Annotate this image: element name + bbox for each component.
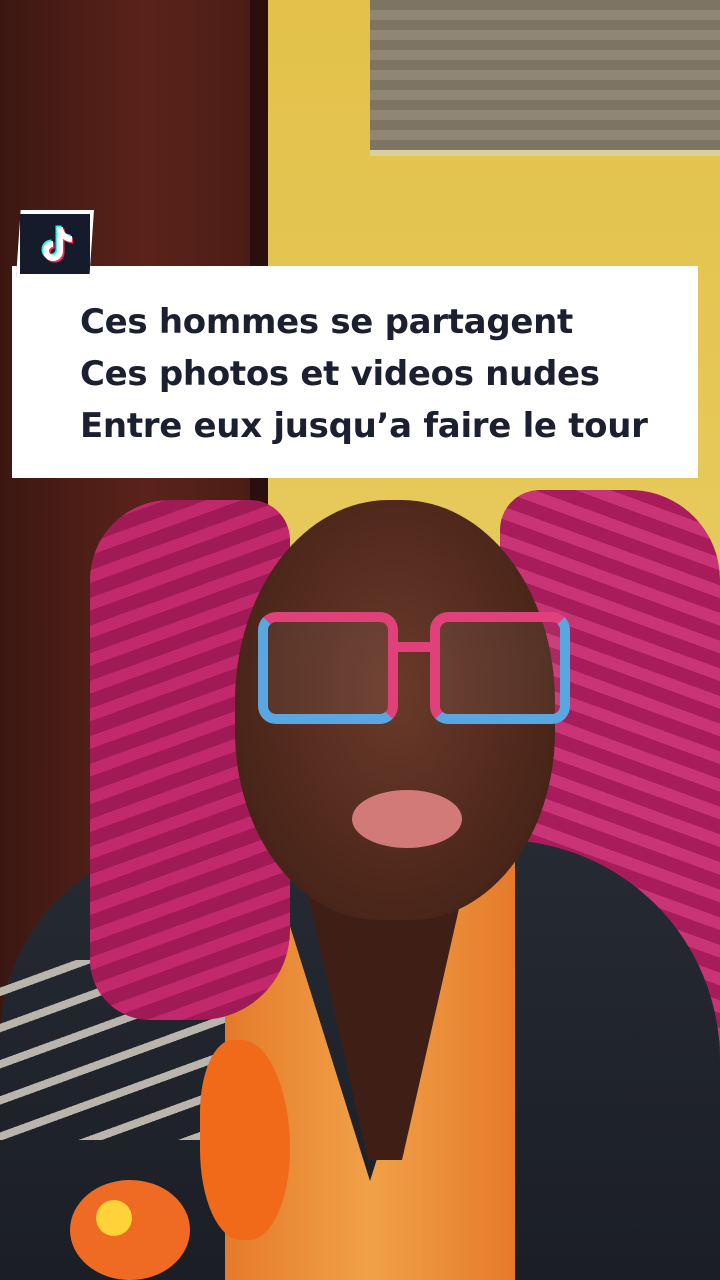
glasses-bridge <box>396 642 432 652</box>
tiktok-logo-badge <box>16 210 94 278</box>
caption-line-2: Ces photos et videos nudes <box>80 354 600 394</box>
caption-line-3: Entre eux jusqu’a faire le tour <box>80 406 648 446</box>
video-frame <box>0 0 720 1280</box>
glasses-lens-left <box>258 612 398 724</box>
glasses <box>258 612 570 732</box>
shirt-pattern <box>70 1180 190 1280</box>
corrugated-roof <box>370 0 720 156</box>
caption-box: Ces hommes se partagent Ces photos et vi… <box>12 266 698 478</box>
tiktok-note-icon <box>41 225 73 263</box>
caption-line-1: Ces hommes se partagent <box>80 302 573 342</box>
glasses-lens-right <box>430 612 570 724</box>
shirt-flower <box>96 1200 132 1236</box>
mouth <box>352 790 462 848</box>
